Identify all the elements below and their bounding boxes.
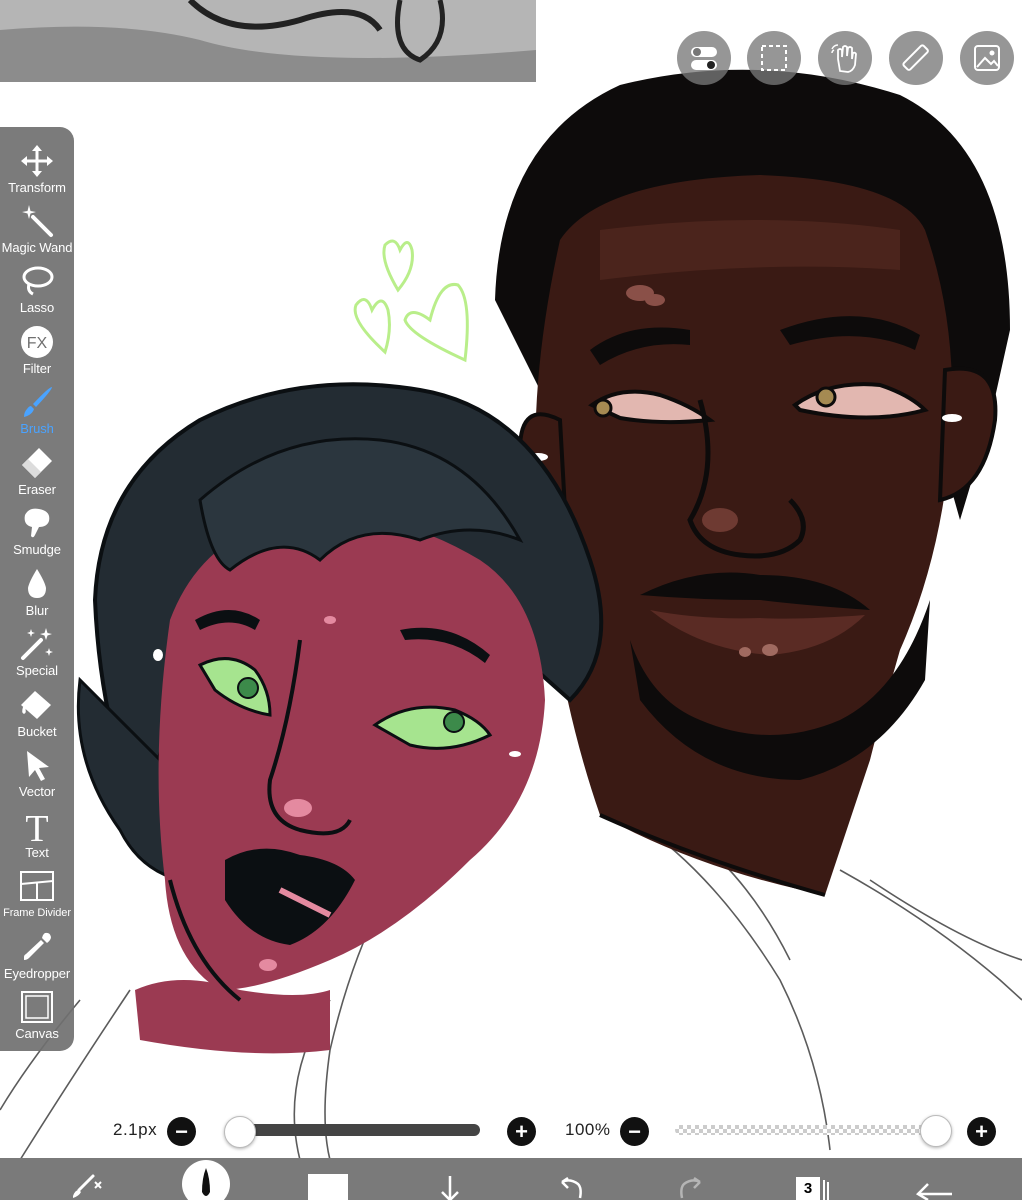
brush-settings-button[interactable] [60, 1158, 110, 1200]
tool-lasso[interactable]: Lasso [0, 259, 74, 319]
undo-icon [561, 1176, 582, 1199]
bucket-icon [21, 691, 51, 719]
text-icon: T [25, 808, 48, 844]
eyedropper-icon [24, 932, 51, 960]
brush-size-slider[interactable] [226, 1124, 480, 1136]
magic-wand-icon [22, 205, 53, 237]
toggle-icon[interactable] [677, 31, 731, 85]
opacity-value: 100% [565, 1120, 611, 1139]
tool-label: Filter [22, 361, 52, 376]
tool-blur[interactable]: Blur [0, 562, 74, 622]
tool-label: Eraser [18, 482, 56, 497]
brush-settings-icon [73, 1174, 102, 1198]
tool-label: Special [16, 663, 58, 678]
tool-label: Frame Divider [3, 907, 71, 919]
toggle-glyph-icon [691, 47, 717, 70]
special-icon [21, 628, 53, 660]
redo-icon [680, 1176, 701, 1199]
color-swatch [308, 1174, 348, 1200]
filter-icon: FX [21, 326, 53, 358]
bottom-toolbar [0, 1158, 1022, 1200]
reference-image-icon[interactable] [960, 31, 1014, 85]
opacity-decrease-button[interactable]: − [620, 1117, 649, 1146]
minus-icon: − [628, 1118, 641, 1144]
brush-preview-icon [182, 1160, 230, 1200]
tool-frame-divider[interactable]: Frame Divider [0, 864, 74, 924]
tool-magic-wand[interactable]: Magic Wand [0, 199, 74, 259]
svg-text:T: T [25, 808, 48, 844]
woman-figure [76, 382, 604, 1054]
save-icon [441, 1176, 459, 1200]
reference-photo [0, 0, 536, 83]
dashed-square-icon [761, 45, 787, 71]
size-decrease-button[interactable]: − [167, 1117, 196, 1146]
transform-icon [21, 145, 53, 177]
tool-palette: Transform Magic Wand Lasso FX Filter Bru… [0, 127, 74, 1051]
ruler-glyph-icon [902, 44, 929, 71]
tool-eraser[interactable]: Eraser [0, 441, 74, 501]
tool-vector[interactable]: Vector [0, 743, 74, 803]
tool-label: Blur [25, 603, 49, 618]
minus-icon: − [175, 1118, 188, 1144]
opacity-increase-button[interactable]: + [967, 1117, 996, 1146]
tool-filter[interactable]: FX Filter [0, 320, 74, 380]
blur-icon [28, 569, 46, 598]
tool-canvas[interactable]: Canvas [0, 985, 74, 1045]
save-button[interactable] [430, 1158, 470, 1200]
tool-label: Text [25, 845, 49, 860]
brush-preview[interactable] [182, 1158, 230, 1200]
brush-size-slider-handle[interactable] [224, 1116, 256, 1148]
tool-label: Magic Wand [1, 240, 73, 255]
back-button[interactable] [912, 1158, 956, 1200]
tool-special[interactable]: Special [0, 622, 74, 682]
size-increase-button[interactable]: + [507, 1117, 536, 1146]
hand-tool-icon[interactable] [818, 31, 872, 85]
man-figure [495, 69, 1010, 897]
opacity-slider-handle[interactable] [920, 1115, 952, 1147]
undo-button[interactable] [548, 1158, 592, 1200]
selection-icon[interactable] [747, 31, 801, 85]
tool-label: Bucket [17, 724, 57, 739]
canvas-icon [21, 991, 53, 1023]
brush-icon [24, 387, 52, 417]
filter-fx-text: FX [27, 335, 48, 352]
ruler-icon[interactable] [889, 31, 943, 85]
redo-button[interactable] [670, 1158, 714, 1200]
picture-icon [974, 45, 1000, 71]
brush-size-value: 2.1px [113, 1120, 158, 1139]
plus-icon: + [515, 1118, 528, 1144]
tool-label: Canvas [15, 1026, 59, 1041]
hand-icon [831, 44, 857, 73]
back-icon [915, 1183, 952, 1200]
tool-bucket[interactable]: Bucket [0, 683, 74, 743]
tool-label: Brush [20, 421, 54, 436]
frame-divider-icon [20, 871, 54, 901]
hearts-doodle [353, 239, 469, 363]
plus-icon: + [975, 1118, 988, 1144]
tool-smudge[interactable]: Smudge [0, 501, 74, 561]
tool-eyedropper[interactable]: Eyedropper [0, 925, 74, 985]
tool-text[interactable]: T Text [0, 804, 74, 864]
smudge-icon [24, 508, 50, 538]
tool-label: Transform [8, 180, 66, 195]
tool-label: Eyedropper [3, 966, 71, 981]
color-swatch-button[interactable] [307, 1158, 349, 1200]
tool-label: Vector [18, 784, 56, 799]
eraser-icon [22, 448, 52, 478]
tool-label: Lasso [19, 300, 55, 315]
tool-transform[interactable]: Transform [0, 139, 74, 199]
opacity-slider[interactable] [675, 1125, 940, 1135]
layer-count-badge[interactable]: 3 [796, 1177, 820, 1200]
lasso-icon [22, 266, 54, 296]
tool-brush[interactable]: Brush [0, 380, 74, 440]
vector-icon [27, 751, 49, 781]
drawing-canvas[interactable] [0, 0, 1022, 1200]
tool-label: Smudge [13, 542, 61, 557]
